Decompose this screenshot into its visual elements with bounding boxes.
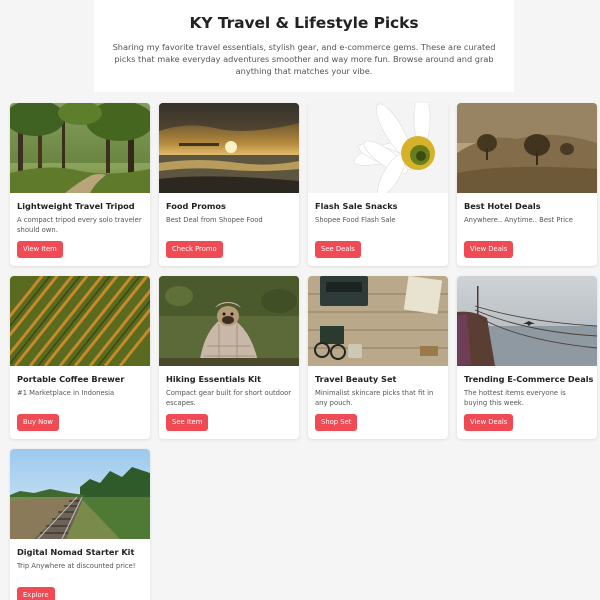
product-card: Trending E-Commerce Deals The hottest it… [457, 276, 597, 439]
product-card: Flash Sale Snacks Shopee Food Flash Sale… [308, 103, 448, 266]
desk-typewriter-image[interactable] [308, 276, 448, 366]
product-card: Food Promos Best Deal from Shopee Food C… [159, 103, 299, 266]
sepia-hill-trees-image[interactable] [457, 103, 597, 193]
card-title: Trending E-Commerce Deals [464, 374, 594, 384]
explore-button[interactable]: Explore [17, 587, 55, 600]
card-description: Minimalist skincare picks that fit in an… [315, 389, 434, 407]
boat-ropes-bird-image[interactable] [457, 276, 597, 366]
card-title: Flash Sale Snacks [315, 201, 398, 211]
card-description: Trip Anywhere at discounted price! [17, 562, 136, 570]
see-item-button[interactable]: See Item [166, 414, 209, 431]
page-intro: Sharing my favorite travel essentials, s… [112, 42, 496, 76]
view-item-button[interactable]: View Item [17, 241, 63, 258]
card-title: Travel Beauty Set [315, 374, 397, 384]
page-header: KY Travel & Lifestyle Picks Sharing my f… [94, 0, 514, 92]
product-grid: Lightweight Travel Tripod A compact trip… [10, 103, 597, 600]
buy-now-button[interactable]: Buy Now [17, 414, 59, 431]
card-description: Shopee Food Flash Sale [315, 216, 396, 224]
forest-path-image[interactable] [10, 103, 150, 193]
daisy-closeup-image[interactable] [308, 103, 448, 193]
page-title: KY Travel & Lifestyle Picks [189, 14, 419, 32]
card-description: #1 Marketplace in Indonesia [17, 389, 115, 397]
product-card: Portable Coffee Brewer #1 Marketplace in… [10, 276, 150, 439]
shop-set-button[interactable]: Shop Set [315, 414, 358, 431]
card-description: A compact tripod every solo traveler sho… [17, 216, 142, 234]
card-description: Anywhere.. Anytime.. Best Price [464, 216, 573, 224]
check-promo-button[interactable]: Check Promo [166, 241, 223, 258]
view-deals-button[interactable]: View Deals [464, 241, 514, 258]
product-card: Hiking Essentials Kit Compact gear built… [159, 276, 299, 439]
card-title: Best Hotel Deals [464, 201, 541, 211]
see-deals-button[interactable]: See Deals [315, 241, 361, 258]
card-title: Portable Coffee Brewer [17, 374, 125, 384]
card-title: Hiking Essentials Kit [166, 374, 262, 384]
crop-field-rows-image[interactable] [10, 276, 150, 366]
pug-in-blanket-image[interactable] [159, 276, 299, 366]
card-description: Best Deal from Shopee Food [166, 216, 263, 224]
product-card: Travel Beauty Set Minimalist skincare pi… [308, 276, 448, 439]
card-title: Food Promos [166, 201, 226, 211]
card-title: Lightweight Travel Tripod [17, 201, 135, 211]
sunset-shore-image[interactable] [159, 103, 299, 193]
product-card: Digital Nomad Starter Kit Trip Anywhere … [10, 449, 150, 600]
card-description: The hottest items everyone is buying thi… [464, 389, 566, 407]
product-card: Lightweight Travel Tripod A compact trip… [10, 103, 150, 266]
railway-tracks-image[interactable] [10, 449, 150, 539]
card-title: Digital Nomad Starter Kit [17, 547, 135, 557]
view-deals-button[interactable]: View Deals [464, 414, 514, 431]
product-card: Best Hotel Deals Anywhere.. Anytime.. Be… [457, 103, 597, 266]
card-description: Compact gear built for short outdoor esc… [166, 389, 292, 407]
